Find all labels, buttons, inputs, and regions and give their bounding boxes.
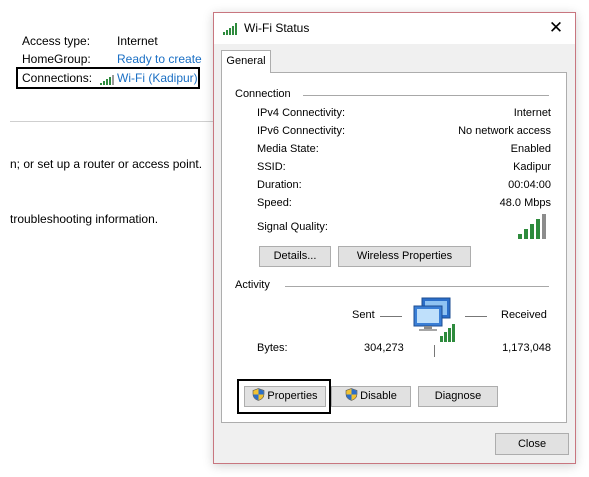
- access-type-label: Access type:: [22, 34, 91, 48]
- sent-line: [380, 316, 402, 317]
- disable-button[interactable]: Disable: [331, 386, 411, 407]
- ssid-value: Kadipur: [513, 161, 551, 173]
- general-panel: Connection IPv4 Connectivity: Internet I…: [221, 72, 567, 423]
- speed-label: Speed:: [257, 197, 292, 209]
- bytes-received-value: 1,173,048: [502, 342, 551, 354]
- ipv6-label: IPv6 Connectivity:: [257, 125, 346, 137]
- ipv6-value: No network access: [458, 125, 551, 137]
- wifi-status-dialog: Wi-Fi Status ✕ General Connection IPv4 C…: [213, 12, 576, 464]
- duration-label: Duration:: [257, 179, 302, 191]
- connection-separator: [303, 95, 549, 96]
- received-label: Received: [501, 309, 547, 321]
- access-type-row: Access type: Internet: [22, 33, 158, 49]
- properties-highlight-box: [237, 379, 331, 414]
- activity-separator: [285, 286, 549, 287]
- disable-button-label: Disable: [360, 390, 397, 402]
- network-computer-icon: [412, 296, 462, 344]
- connections-highlight-box: [16, 67, 200, 89]
- connection-section-label: Connection: [235, 88, 291, 100]
- sent-label: Sent: [352, 309, 375, 321]
- speed-value: 48.0 Mbps: [499, 197, 551, 209]
- media-state-label: Media State:: [257, 143, 319, 155]
- wireless-properties-button[interactable]: Wireless Properties: [338, 246, 471, 267]
- homegroup-row: HomeGroup: Ready to create: [22, 51, 202, 67]
- title-bar[interactable]: Wi-Fi Status ✕: [214, 13, 575, 44]
- diagnose-button[interactable]: Diagnose: [418, 386, 498, 407]
- tab-general[interactable]: General: [221, 50, 271, 73]
- signal-quality-icon: [518, 214, 548, 239]
- homegroup-label: HomeGroup:: [22, 52, 91, 66]
- received-line: [465, 316, 487, 317]
- media-state-value: Enabled: [510, 143, 551, 155]
- duration-value: 00:04:00: [508, 179, 551, 191]
- homegroup-link[interactable]: Ready to create: [117, 52, 202, 66]
- ipv4-value: Internet: [513, 107, 551, 119]
- close-icon[interactable]: ✕: [544, 17, 568, 39]
- divider: [10, 121, 213, 122]
- close-button[interactable]: Close: [495, 433, 569, 455]
- activity-divider: [434, 345, 435, 357]
- bytes-sent-value: 304,273: [364, 342, 404, 354]
- uac-shield-icon: [345, 388, 358, 401]
- activity-section-label: Activity: [235, 279, 270, 291]
- bytes-label: Bytes:: [257, 342, 288, 354]
- ipv4-label: IPv4 Connectivity:: [257, 107, 346, 119]
- wifi-signal-icon: [223, 23, 239, 35]
- troubleshooting-text: troubleshooting information.: [10, 212, 159, 226]
- dialog-title: Wi-Fi Status: [244, 21, 310, 35]
- router-setup-text: n; or set up a router or access point.: [10, 157, 203, 171]
- details-button[interactable]: Details...: [259, 246, 331, 267]
- ssid-label: SSID:: [257, 161, 286, 173]
- signal-quality-label: Signal Quality:: [257, 221, 328, 233]
- access-type-value: Internet: [117, 34, 158, 48]
